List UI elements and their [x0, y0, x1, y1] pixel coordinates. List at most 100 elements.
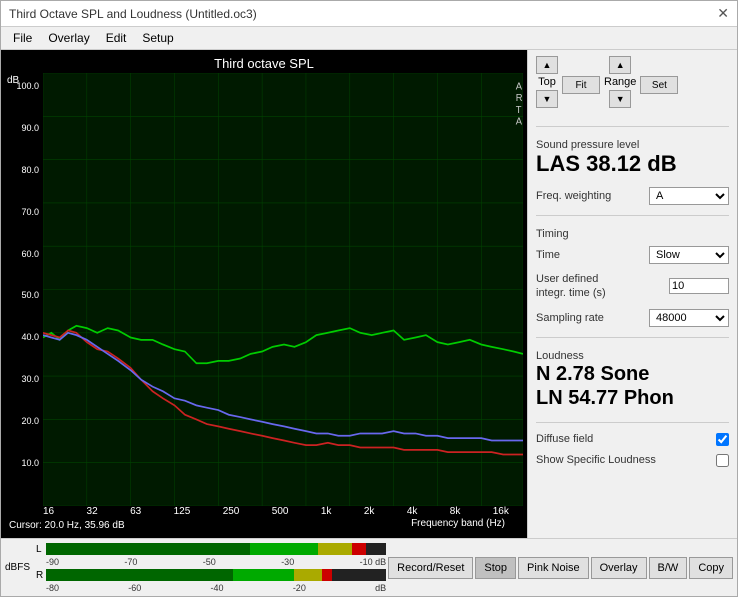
copy-button[interactable]: Copy — [689, 557, 733, 579]
meter-seg-l-green — [46, 543, 250, 555]
meter-seg-r-yellow — [294, 569, 321, 581]
menu-edit[interactable]: Edit — [98, 29, 135, 47]
meter-seg-r-red — [322, 569, 332, 581]
menu-file[interactable]: File — [5, 29, 40, 47]
top-label: Top — [538, 76, 556, 88]
meter-seg-r-green2 — [233, 569, 294, 581]
diffuse-field-row: Diffuse field — [536, 433, 729, 446]
stop-button[interactable]: Stop — [475, 557, 516, 579]
spl-section: Sound pressure level LAS 38.12 dB — [536, 139, 729, 177]
meter-row-r: R — [36, 568, 386, 582]
sampling-rate-label: Sampling rate — [536, 312, 604, 324]
meter-seg-l-red — [352, 543, 366, 555]
chart-title: Third octave SPL — [5, 54, 523, 73]
set-button[interactable]: Set — [640, 76, 678, 94]
spl-section-label: Sound pressure level — [536, 139, 729, 151]
freq-weighting-select[interactable]: A B C Z — [649, 187, 729, 205]
user-integr-label: User definedintegr. time (s) — [536, 272, 606, 301]
y-axis: dB 100.0 90.0 80.0 70.0 60.0 50.0 40.0 3… — [5, 73, 43, 506]
meter-section: L -90 -70 -50 -30 -10 dB R — [36, 542, 386, 593]
loudness-ln: LN 54.77 Phon — [536, 386, 729, 410]
y-tick-20: 20.0 — [21, 416, 39, 426]
loudness-section: Loudness N 2.78 Sone LN 54.77 Phon — [536, 350, 729, 410]
divider-3 — [536, 337, 729, 338]
title-bar: Third Octave SPL and Loudness (Untitled.… — [1, 1, 737, 27]
window-title: Third Octave SPL and Loudness (Untitled.… — [9, 7, 257, 21]
svg-text:R: R — [516, 93, 523, 105]
range-down-button[interactable]: ▼ — [609, 90, 631, 108]
x-tick-16: 16 — [43, 506, 54, 517]
meter-seg-l-green2 — [250, 543, 318, 555]
chart-container: dB 100.0 90.0 80.0 70.0 60.0 50.0 40.0 3… — [5, 73, 523, 506]
main-window: Third Octave SPL and Loudness (Untitled.… — [0, 0, 738, 597]
menu-setup[interactable]: Setup — [134, 29, 181, 47]
menu-overlay[interactable]: Overlay — [40, 29, 97, 47]
record-reset-button[interactable]: Record/Reset — [388, 557, 473, 579]
divider-1 — [536, 126, 729, 127]
nav-controls: ▲ Top ▼ Fit ▲ Range ▼ Set — [536, 56, 729, 114]
chart-svg: A R T A — [43, 73, 523, 506]
fit-nav-group: Fit — [562, 56, 600, 114]
meter-bar-r — [46, 569, 386, 581]
meter-r-label: R — [36, 570, 44, 581]
top-up-button[interactable]: ▲ — [536, 56, 558, 74]
dbfs-label: dBFS — [5, 562, 30, 573]
time-label: Time — [536, 249, 560, 261]
x-tick-8k: 8k — [450, 506, 461, 517]
meter-seg-r-green — [46, 569, 233, 581]
bw-button[interactable]: B/W — [649, 557, 688, 579]
y-label-db: dB — [7, 75, 19, 86]
meter-row-l: L — [36, 542, 386, 556]
fit-button[interactable]: Fit — [562, 76, 600, 94]
divider-4 — [536, 422, 729, 423]
bottom-bar: dBFS L -90 -70 -50 -30 -10 dB R — [1, 538, 737, 596]
top-down-button[interactable]: ▼ — [536, 90, 558, 108]
x-tick-250: 250 — [223, 506, 240, 517]
loudness-n: N 2.78 Sone — [536, 362, 729, 386]
user-integr-input[interactable]: 10 — [669, 278, 729, 294]
chart-grid-area: A R T A — [43, 73, 523, 506]
show-specific-checkbox[interactable] — [716, 454, 729, 467]
y-tick-90: 90.0 — [21, 123, 39, 133]
freq-weighting-label: Freq. weighting — [536, 190, 611, 202]
close-button[interactable]: ✕ — [717, 5, 729, 22]
meter-seg-l-empty — [366, 543, 386, 555]
x-axis: 16 32 63 125 250 500 1k 2k 4k 8k 16k — [5, 506, 523, 517]
diffuse-field-checkbox[interactable] — [716, 433, 729, 446]
y-tick-30: 30.0 — [21, 374, 39, 384]
sampling-rate-select[interactable]: 44100 48000 96000 — [649, 309, 729, 327]
range-up-button[interactable]: ▲ — [609, 56, 631, 74]
y-tick-80: 80.0 — [21, 165, 39, 175]
overlay-button[interactable]: Overlay — [591, 557, 647, 579]
y-tick-50: 50.0 — [21, 290, 39, 300]
y-tick-100: 100.0 — [16, 81, 39, 91]
x-tick-125: 125 — [174, 506, 191, 517]
meter-seg-l-yellow — [318, 543, 352, 555]
time-select[interactable]: Slow Fast — [649, 246, 729, 264]
chart-bottom-info: Cursor: 20.0 Hz, 35.96 dB Frequency band… — [5, 517, 523, 534]
svg-text:A: A — [516, 81, 523, 93]
set-nav-group: Set — [640, 56, 678, 114]
spl-value: LAS 38.12 dB — [536, 151, 729, 177]
y-tick-60: 60.0 — [21, 249, 39, 259]
meter-bar-l — [46, 543, 386, 555]
x-tick-32: 32 — [87, 506, 98, 517]
time-row: Time Slow Fast — [536, 246, 729, 264]
range-label: Range — [604, 76, 636, 88]
svg-text:T: T — [516, 104, 522, 116]
chart-area: Third octave SPL dB 100.0 90.0 80.0 70.0… — [1, 50, 527, 538]
diffuse-field-label: Diffuse field — [536, 433, 593, 445]
right-panel: ▲ Top ▼ Fit ▲ Range ▼ Set — [527, 50, 737, 538]
top-nav-group: ▲ Top ▼ — [536, 56, 558, 114]
main-content: Third octave SPL dB 100.0 90.0 80.0 70.0… — [1, 50, 737, 538]
x-tick-16k: 16k — [493, 506, 509, 517]
y-tick-70: 70.0 — [21, 207, 39, 217]
freq-weighting-row: Freq. weighting A B C Z — [536, 187, 729, 205]
timing-label: Timing — [536, 228, 729, 240]
pink-noise-button[interactable]: Pink Noise — [518, 557, 589, 579]
range-nav-group: ▲ Range ▼ — [604, 56, 636, 114]
show-specific-label: Show Specific Loudness — [536, 454, 656, 466]
x-tick-4k: 4k — [407, 506, 418, 517]
x-tick-500: 500 — [272, 506, 289, 517]
bottom-buttons: Record/Reset Stop Pink Noise Overlay B/W… — [388, 557, 733, 579]
